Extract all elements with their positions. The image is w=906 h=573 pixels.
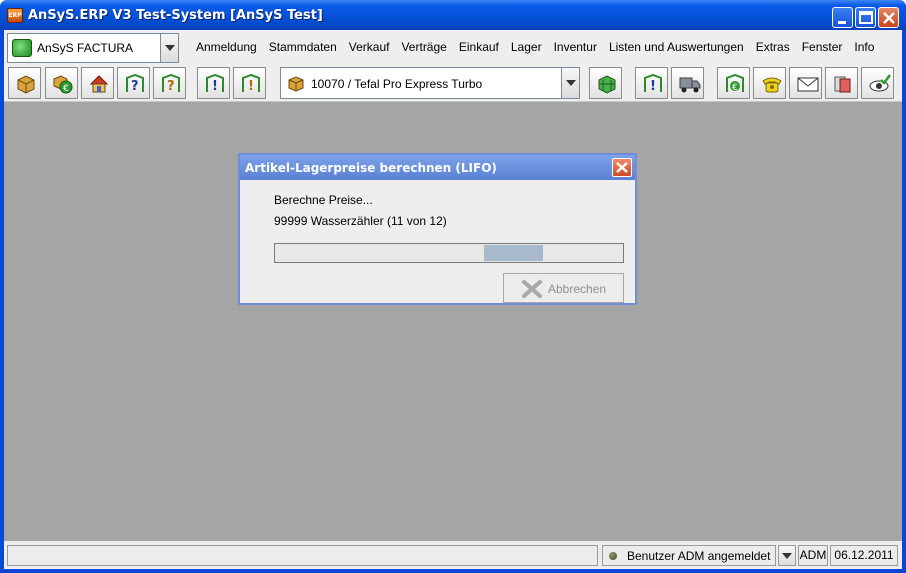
user-status[interactable]: Benutzer ADM angemeldet [602,545,776,566]
svg-text:!: ! [248,79,254,94]
telephone-icon [762,77,782,93]
chevron-down-icon[interactable] [778,545,796,566]
window-title: AnSyS.ERP V3 Test-System [AnSyS Test] [28,8,323,23]
menu-stammdaten[interactable]: Stammdaten [263,40,343,54]
search-info-icon: ! [242,74,260,94]
status-date: 06.12.2011 [830,545,898,566]
menu-extras[interactable]: Extras [750,40,796,54]
menu-vertraege[interactable]: Verträge [395,40,452,54]
progress-bar-fill [484,245,543,261]
menu-inventur[interactable]: Inventur [548,40,603,54]
menu-bar: AnSyS FACTURA Anmeldung Stammdaten Verka… [4,30,902,64]
menu-lager[interactable]: Lager [505,40,548,54]
close-icon [616,162,628,173]
minimize-icon [838,21,846,24]
euro-refresh-icon: € [726,74,744,93]
svg-text:?: ? [167,79,175,94]
article-box-icon [288,76,304,92]
view-button[interactable] [861,67,894,99]
close-button[interactable] [878,7,899,28]
svg-text:€: € [63,84,69,94]
progress-message: Berechne Preise... [274,193,373,207]
article-search-question-icon: ? [162,74,180,94]
status-message [7,545,598,566]
article-select[interactable]: 10070 / Tefal Pro Express Turbo [280,67,580,99]
article-button[interactable] [8,67,41,99]
menu-verkauf[interactable]: Verkauf [343,40,396,54]
user-status-text: Benutzer ADM angemeldet [627,549,771,563]
svg-text:?: ? [131,79,139,94]
cancel-button[interactable]: Abbrechen [503,273,624,303]
menu-listen[interactable]: Listen und Auswertungen [603,40,750,54]
order-info-button[interactable]: ! [635,67,668,99]
minimize-button[interactable] [832,7,853,28]
delivery-button[interactable] [671,67,704,99]
client-area: AnSyS FACTURA Anmeldung Stammdaten Verka… [4,30,902,569]
order-info-icon: ! [644,74,662,94]
maximize-button[interactable] [855,7,876,28]
close-icon [883,12,895,24]
cancel-button-label: Abbrechen [548,282,607,296]
search-info-button[interactable]: ! [233,67,266,99]
article-query-button[interactable]: ? [117,67,150,99]
payment-button[interactable]: € [717,67,750,99]
svg-text:!: ! [650,79,656,94]
chevron-down-icon[interactable] [561,68,579,98]
mail-button[interactable] [789,67,822,99]
delivery-truck-icon [679,77,701,93]
documents-button[interactable] [825,67,858,99]
title-bar[interactable]: ERP AnSyS.ERP V3 Test-System [AnSyS Test… [0,0,906,30]
factura-module-icon [12,39,32,57]
info-exclamation-icon: ! [206,74,224,94]
article-question-icon: ? [126,74,144,94]
view-check-icon [869,74,891,92]
status-bar: Benutzer ADM angemeldet ADM 06.12.2011 [4,541,902,569]
svg-text:€: € [732,83,738,93]
progress-dialog: Artikel-Lagerpreise berechnen (LIFO) Ber… [238,153,637,305]
article-select-value: 10070 / Tefal Pro Express Turbo [311,77,483,91]
svg-text:!: ! [212,79,218,94]
warehouse-home-icon [89,75,109,93]
article-search-button[interactable]: ? [153,67,186,99]
menu-einkauf[interactable]: Einkauf [453,40,505,54]
dialog-title: Artikel-Lagerpreise berechnen (LIFO) [245,161,497,175]
stock-grid-icon [598,75,616,94]
envelope-icon [797,77,819,92]
menu-info[interactable]: Info [848,40,880,54]
stock-button[interactable] [589,67,622,99]
module-select[interactable]: AnSyS FACTURA [7,33,179,63]
toolbar: € ? ? ! ! 10070 / Tefal Pro Express Turb… [4,64,902,102]
article-euro-icon: € [53,75,73,94]
phone-button[interactable] [753,67,786,99]
chevron-down-icon[interactable] [160,34,178,62]
documents-icon [834,76,851,93]
user-code: ADM [798,545,828,566]
cancel-x-icon [522,280,542,298]
progress-bar [274,243,624,263]
menu-fenster[interactable]: Fenster [796,40,849,54]
maximize-icon [859,11,873,24]
info-button[interactable]: ! [197,67,230,99]
article-box-icon [17,75,35,94]
status-indicator-icon [609,552,617,560]
application-window: ERP AnSyS.ERP V3 Test-System [AnSyS Test… [0,0,906,573]
dialog-close-button[interactable] [612,158,632,177]
erp-app-icon[interactable]: ERP [7,8,23,23]
main-menu: Anmeldung Stammdaten Verkauf Verträge Ei… [190,40,880,54]
warehouse-button[interactable] [81,67,114,99]
dialog-title-bar[interactable]: Artikel-Lagerpreise berechnen (LIFO) [240,155,635,180]
progress-current-item: 99999 Wasserzähler (11 von 12) [274,214,447,228]
article-price-button[interactable]: € [45,67,78,99]
menu-anmeldung[interactable]: Anmeldung [190,40,263,54]
module-select-value: AnSyS FACTURA [37,41,134,55]
